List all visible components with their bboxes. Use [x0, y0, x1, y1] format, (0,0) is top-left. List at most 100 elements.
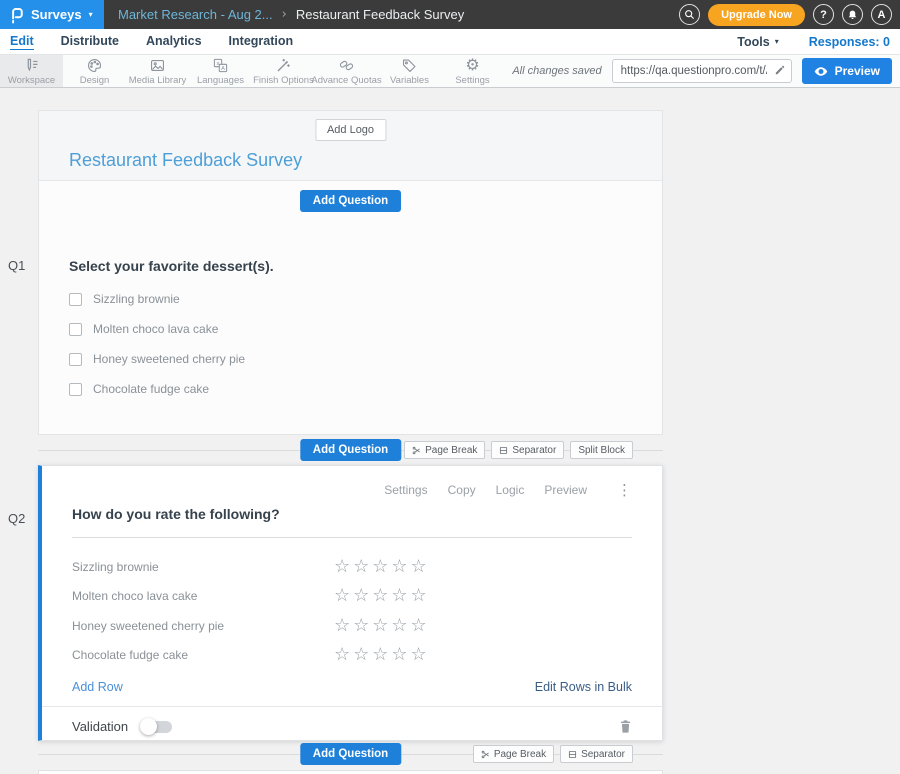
- add-question-button-bottom[interactable]: Add Question: [300, 743, 401, 765]
- split-block-button[interactable]: Split Block: [570, 441, 633, 459]
- breadcrumb-folder[interactable]: Market Research - Aug 2...: [118, 7, 273, 22]
- toolbar-item-languages[interactable]: x A Languages: [189, 55, 252, 87]
- option-row: Honey sweetened cherry pie: [69, 352, 662, 366]
- question-2-menu: Settings Copy Logic Preview ⋮: [72, 483, 632, 497]
- top-bar: Surveys ▾ Market Research - Aug 2... › R…: [0, 0, 900, 29]
- scissors-icon: [412, 446, 421, 455]
- option-row: Chocolate fudge cake: [69, 382, 662, 396]
- insert-options: Page Break Separator: [473, 745, 633, 763]
- checkbox[interactable]: [69, 383, 82, 396]
- add-row-link[interactable]: Add Row: [72, 680, 123, 694]
- product-name: Surveys: [31, 7, 82, 22]
- page-break-label: Page Break: [425, 445, 477, 456]
- checkbox[interactable]: [69, 293, 82, 306]
- edit-url-pencil-icon[interactable]: [774, 64, 786, 76]
- search-icon: [684, 9, 695, 20]
- toolbar-item-variables[interactable]: Variables: [378, 55, 441, 87]
- delete-question-trash-icon[interactable]: [619, 719, 632, 734]
- question-2-text[interactable]: How do you rate the following?: [72, 506, 632, 522]
- survey-column: Add Logo Restaurant Feedback Survey Add …: [38, 88, 663, 774]
- toolbar-item-finish-options[interactable]: Finish Options: [252, 55, 315, 87]
- toolbar-item-workspace[interactable]: Workspace: [0, 55, 63, 87]
- toolbar-right: All changes saved Preview: [512, 55, 900, 87]
- star-rating[interactable]: ☆☆☆☆☆: [334, 558, 430, 576]
- insert-options: Page Break Separator Split Block: [404, 441, 633, 459]
- separator-icon: [568, 750, 577, 759]
- add-logo-button[interactable]: Add Logo: [315, 119, 386, 141]
- toolbar-item-advance-quotas[interactable]: Advance Quotas: [315, 55, 378, 87]
- translate-icon: x A: [212, 57, 229, 74]
- palette-icon: [86, 57, 103, 74]
- option-row: Molten choco lava cake: [69, 322, 662, 336]
- question-logic-button[interactable]: Logic: [496, 483, 525, 497]
- rating-row-label: Molten choco lava cake: [72, 589, 334, 603]
- validation-toggle[interactable]: [142, 721, 172, 733]
- more-options-icon[interactable]: ⋮: [617, 484, 632, 496]
- questionpro-logo-icon: [9, 6, 24, 24]
- question-1[interactable]: Select your favorite dessert(s). Sizzlin…: [39, 258, 662, 396]
- question-settings-button[interactable]: Settings: [384, 483, 427, 497]
- question-number-q1: Q1: [8, 258, 25, 273]
- responses-count[interactable]: Responses: 0: [809, 35, 890, 49]
- toolbar-item-media-library[interactable]: Media Library: [126, 55, 189, 87]
- rating-row-label: Honey sweetened cherry pie: [72, 619, 334, 633]
- breadcrumb-separator-icon: ›: [282, 7, 287, 22]
- question-2-title-field[interactable]: How do you rate the following?: [72, 506, 632, 538]
- checkbox[interactable]: [69, 323, 82, 336]
- star-rating[interactable]: ☆☆☆☆☆: [334, 587, 430, 605]
- validation-row: Validation: [72, 707, 632, 734]
- question-2-card[interactable]: Settings Copy Logic Preview ⋮ How do you…: [38, 465, 663, 741]
- toolbar-item-design[interactable]: Design: [63, 55, 126, 87]
- next-block-edge: [38, 770, 663, 774]
- toolbar-item-label: Advance Quotas: [311, 75, 381, 86]
- survey-canvas: Q1 Q2 Add Logo Restaurant Feedback Surve…: [0, 88, 900, 774]
- separator-icon: [499, 446, 508, 455]
- toolbar-item-settings[interactable]: ⚙ Settings: [441, 55, 504, 87]
- tab-analytics[interactable]: Analytics: [146, 34, 202, 50]
- add-question-button-mid[interactable]: Add Question: [300, 439, 401, 461]
- survey-nav: Edit Distribute Analytics Integration To…: [0, 29, 900, 55]
- wand-icon: [275, 57, 292, 74]
- tab-distribute[interactable]: Distribute: [61, 34, 119, 50]
- question-preview-button[interactable]: Preview: [544, 483, 587, 497]
- tab-edit[interactable]: Edit: [10, 34, 34, 50]
- upgrade-now-button[interactable]: Upgrade Now: [708, 4, 805, 26]
- rating-rows: Sizzling brownie ☆☆☆☆☆ Molten choco lava…: [72, 552, 632, 670]
- page-break-button[interactable]: Page Break: [473, 745, 554, 763]
- toolbar-item-label: Variables: [390, 75, 429, 86]
- row-actions: Add Row Edit Rows in Bulk: [72, 680, 632, 694]
- notifications-button[interactable]: [842, 4, 863, 25]
- checkbox[interactable]: [69, 353, 82, 366]
- star-rating[interactable]: ☆☆☆☆☆: [334, 617, 430, 635]
- option-label: Honey sweetened cherry pie: [93, 352, 245, 366]
- separator-button[interactable]: Separator: [491, 441, 564, 459]
- question-1-text[interactable]: Select your favorite dessert(s).: [69, 258, 662, 274]
- preview-button[interactable]: Preview: [802, 58, 892, 84]
- survey-title[interactable]: Restaurant Feedback Survey: [69, 150, 302, 171]
- add-question-button-top[interactable]: Add Question: [300, 190, 401, 212]
- nav-right: Tools ▾ Responses: 0: [737, 35, 890, 49]
- survey-url-input[interactable]: [612, 59, 792, 83]
- option-label: Sizzling brownie: [93, 292, 180, 306]
- separator-button[interactable]: Separator: [560, 745, 633, 763]
- insert-row-1: Add Question Page Break Separator Split …: [38, 435, 663, 465]
- surveys-menu[interactable]: Surveys ▾: [0, 0, 104, 29]
- search-button[interactable]: [679, 4, 700, 25]
- toolbar-item-label: Settings: [455, 75, 489, 86]
- tab-integration[interactable]: Integration: [229, 34, 294, 50]
- question-copy-button[interactable]: Copy: [448, 483, 476, 497]
- edit-rows-in-bulk-link[interactable]: Edit Rows in Bulk: [535, 680, 632, 694]
- page-break-button[interactable]: Page Break: [404, 441, 485, 459]
- toolbar-item-label: Workspace: [8, 75, 55, 86]
- help-button[interactable]: ?: [813, 4, 834, 25]
- preview-label: Preview: [835, 64, 880, 78]
- chain-icon: [338, 57, 355, 74]
- topbar-actions: Upgrade Now ? A: [679, 4, 900, 26]
- tools-menu[interactable]: Tools ▾: [737, 35, 778, 49]
- star-rating[interactable]: ☆☆☆☆☆: [334, 646, 430, 664]
- avatar[interactable]: A: [871, 4, 892, 25]
- page-break-label: Page Break: [494, 749, 546, 760]
- validation-label: Validation: [72, 719, 128, 734]
- separator-label: Separator: [512, 445, 556, 456]
- autosave-status: All changes saved: [512, 65, 601, 77]
